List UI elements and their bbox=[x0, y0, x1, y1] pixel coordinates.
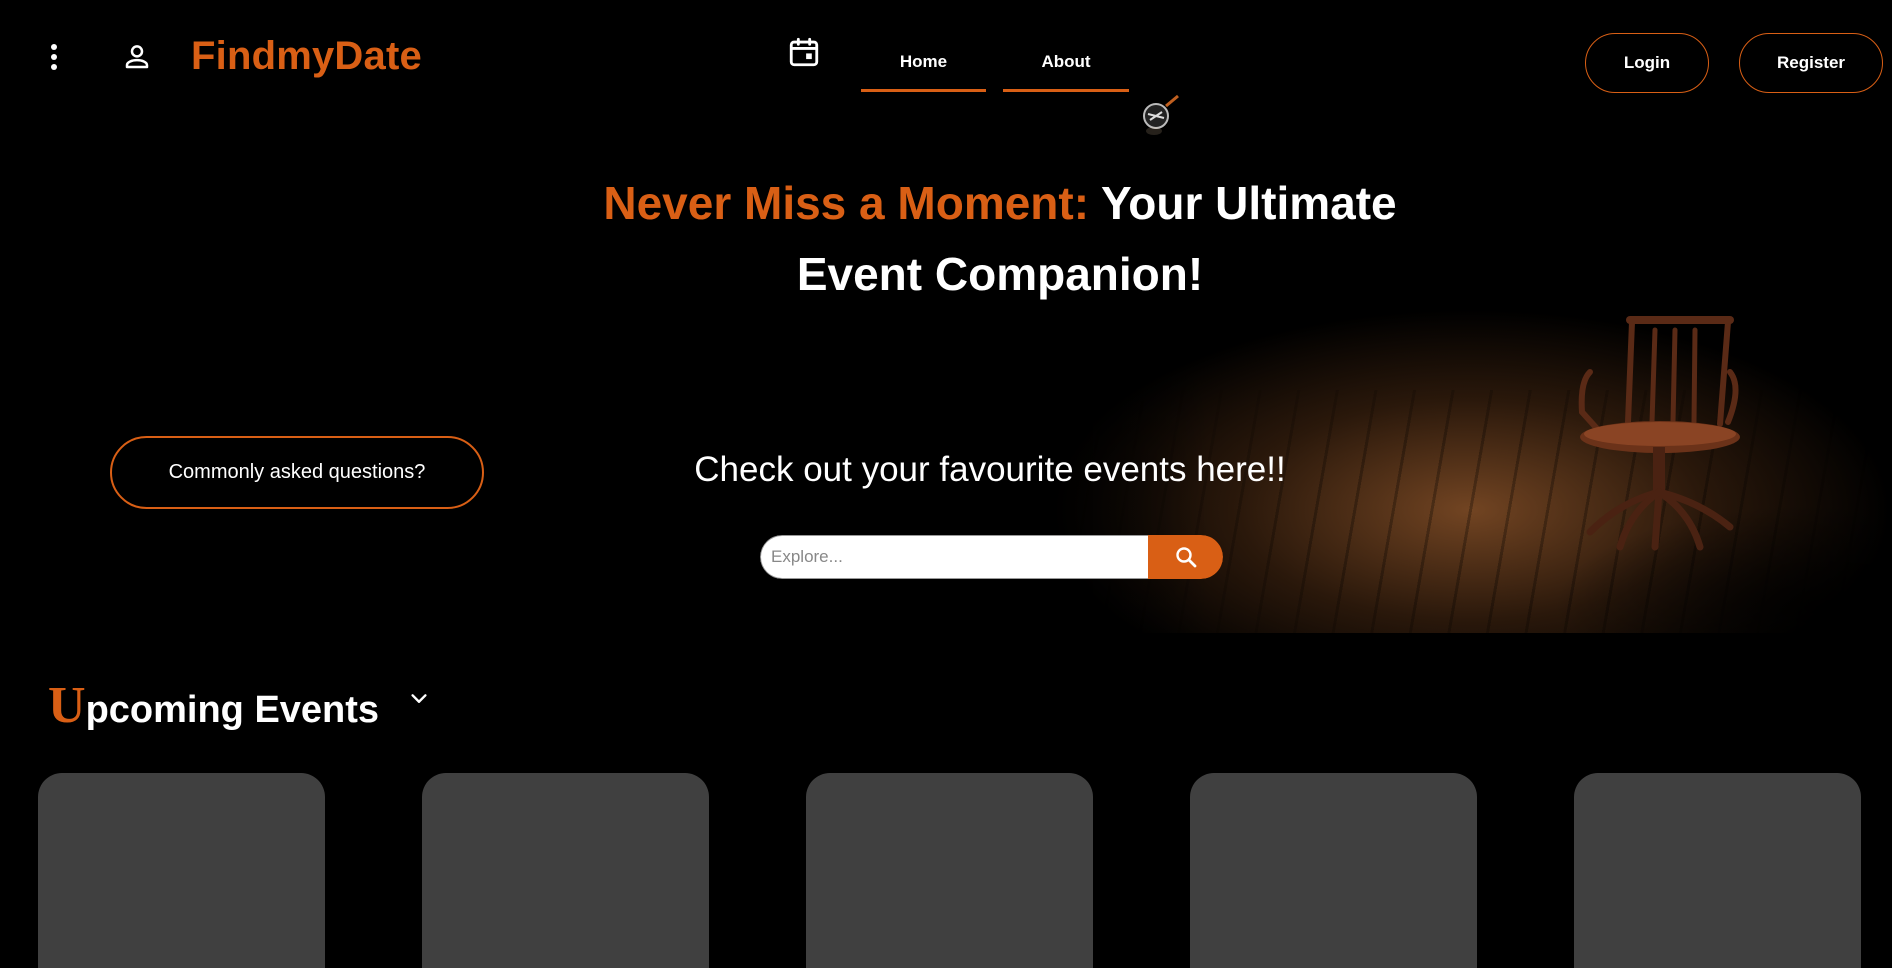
faq-button[interactable]: Commonly asked questions? bbox=[110, 436, 484, 509]
headline-line1: Your Ultimate bbox=[1089, 177, 1397, 229]
chair-illustration bbox=[1578, 316, 1740, 551]
title-initial: U bbox=[48, 677, 86, 734]
brand-logo[interactable]: FindmyDate bbox=[191, 34, 422, 79]
event-card[interactable] bbox=[422, 773, 709, 968]
search-icon bbox=[1175, 547, 1196, 568]
title-rest: pcoming Events bbox=[85, 689, 380, 731]
more-vertical-icon[interactable] bbox=[40, 40, 68, 74]
hero-headline: Never Miss a Moment: Your Ultimate Event… bbox=[550, 168, 1450, 310]
event-card[interactable] bbox=[38, 773, 325, 968]
register-button[interactable]: Register bbox=[1739, 33, 1883, 93]
headline-line2: Event Companion! bbox=[796, 248, 1204, 300]
calendar-icon[interactable] bbox=[782, 30, 826, 74]
spotlight-icon bbox=[1143, 94, 1179, 135]
tab-home[interactable]: Home bbox=[861, 46, 986, 92]
hero-subheading: Check out your favourite events here!! bbox=[694, 450, 1286, 489]
search-input[interactable] bbox=[760, 535, 1148, 579]
search-bar bbox=[760, 535, 1223, 579]
page: FindmyDate Home About Login Register Nev… bbox=[0, 0, 1892, 968]
event-cards-row bbox=[38, 773, 1868, 968]
login-button[interactable]: Login bbox=[1585, 33, 1709, 93]
upcoming-events-title: Upcoming Events bbox=[48, 676, 379, 735]
event-card[interactable] bbox=[1574, 773, 1861, 968]
headline-accent: Never Miss a Moment: bbox=[603, 177, 1090, 229]
tab-about[interactable]: About bbox=[1003, 46, 1129, 92]
event-card[interactable] bbox=[1190, 773, 1477, 968]
event-card[interactable] bbox=[806, 773, 1093, 968]
search-button[interactable] bbox=[1148, 535, 1223, 579]
chevron-down-icon[interactable] bbox=[404, 684, 434, 714]
user-icon[interactable] bbox=[118, 38, 156, 76]
